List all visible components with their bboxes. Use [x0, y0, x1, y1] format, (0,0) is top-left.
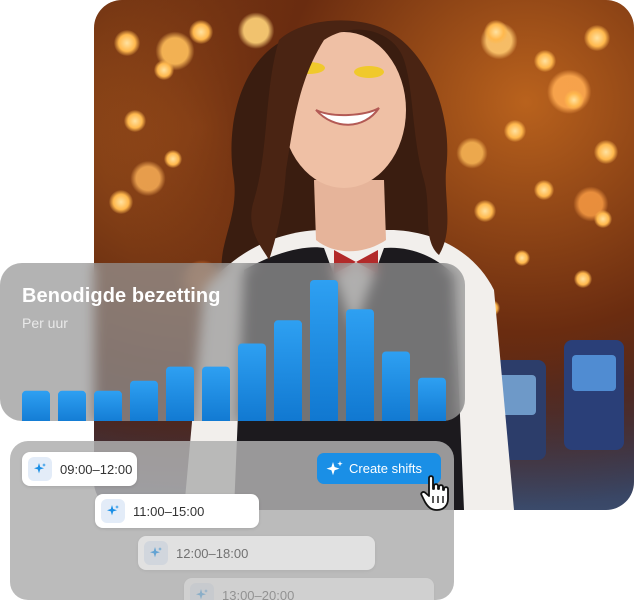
chart-bar — [58, 390, 86, 421]
sparkle-icon — [144, 541, 168, 565]
shift-pill[interactable]: 13:00–20:00 — [184, 578, 434, 600]
chart-bar — [238, 343, 266, 421]
sparkle-icon — [101, 499, 125, 523]
sparkle-icon — [190, 583, 214, 600]
chart-bar — [274, 320, 302, 421]
sparkle-icon — [28, 457, 52, 481]
chart-bar — [382, 351, 410, 421]
chart-bar — [130, 380, 158, 421]
shift-time: 13:00–20:00 — [222, 587, 295, 600]
occupancy-bar-chart — [22, 280, 446, 421]
create-shifts-label: Create shifts — [349, 461, 422, 476]
chart-bar — [346, 309, 374, 421]
shift-pill[interactable]: 09:00–12:00 — [22, 452, 137, 486]
shift-time: 12:00–18:00 — [176, 545, 249, 561]
shift-pill[interactable]: 11:00–15:00 — [95, 494, 259, 528]
chart-bar — [94, 390, 122, 421]
chart-bar — [310, 280, 338, 421]
hand-pointer-icon — [420, 475, 449, 511]
person-illustration — [184, 20, 624, 510]
sparkle-icon — [326, 460, 343, 475]
chart-bar — [418, 377, 446, 421]
shift-pill[interactable]: 12:00–18:00 — [138, 536, 375, 570]
shift-time: 09:00–12:00 — [60, 461, 133, 477]
hero-photo — [94, 0, 634, 510]
chart-bar — [22, 390, 50, 421]
shift-time: 11:00–15:00 — [133, 503, 205, 519]
chart-bar — [166, 366, 194, 421]
chart-bar — [202, 366, 230, 421]
